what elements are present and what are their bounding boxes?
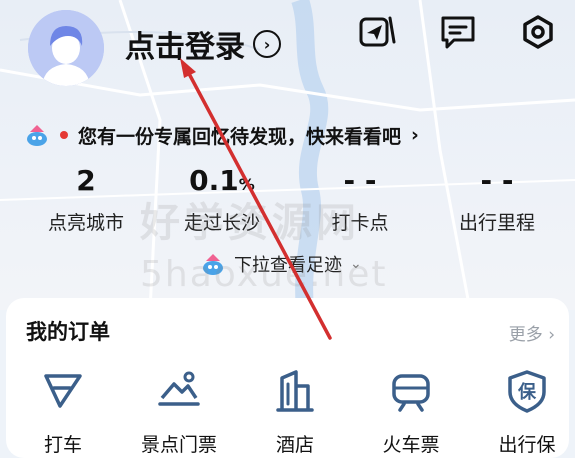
annotation-arrow: [180, 58, 332, 340]
